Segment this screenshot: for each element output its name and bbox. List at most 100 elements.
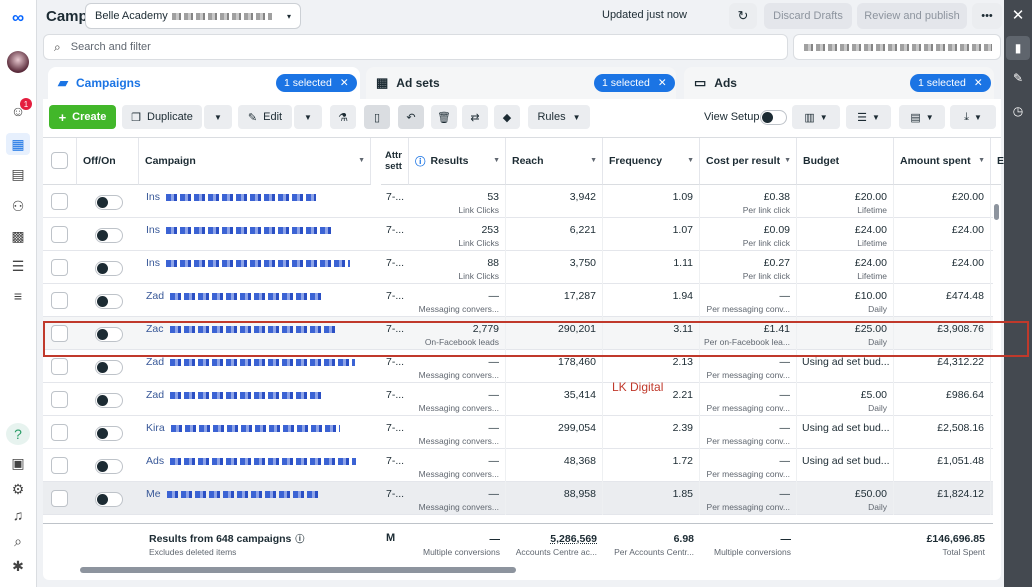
row-on-off-toggle[interactable] <box>95 426 123 441</box>
close-icon[interactable]: ✕ <box>1006 3 1030 27</box>
search-filter-bar[interactable]: ⌕ Search and filter <box>43 34 788 60</box>
campaign-name-link[interactable]: Me <box>146 488 320 500</box>
clear-selection-icon[interactable]: ✕ <box>340 77 349 89</box>
more-options-button[interactable]: ••• <box>972 3 1002 29</box>
row-checkbox[interactable] <box>51 292 68 309</box>
table-row[interactable]: Ins 7-... 88 Link Clicks 3,750 1.11 £0.27 Per l… <box>43 251 993 284</box>
row-on-off-toggle[interactable] <box>95 228 123 243</box>
audiences-icon[interactable]: ⚇ <box>6 195 30 217</box>
header-reach[interactable]: Reach ▼ <box>506 138 603 185</box>
vertical-scrollbar[interactable] <box>994 204 999 220</box>
bell-icon[interactable]: ♫ <box>6 504 30 526</box>
ab-test-button[interactable]: ⚗ <box>330 105 356 129</box>
header-select-all[interactable] <box>43 138 77 185</box>
clipboard-button[interactable]: ▯ <box>364 105 390 129</box>
help-icon[interactable]: ? <box>6 423 30 445</box>
rules-button[interactable]: Rules ▼ <box>528 105 590 129</box>
header-cost-per-result[interactable]: Cost per result ▼ <box>700 138 797 185</box>
row-checkbox[interactable] <box>51 490 68 507</box>
header-frequency[interactable]: Frequency ▼ <box>603 138 700 185</box>
campaign-name-link[interactable]: Ins <box>146 191 317 203</box>
pencil-icon[interactable]: ✎ <box>1006 66 1030 90</box>
edit-button[interactable]: ✎ Edit <box>238 105 292 129</box>
row-on-off-toggle[interactable] <box>95 195 123 210</box>
header-results[interactable]: ⓘ Results ▼ <box>409 138 506 185</box>
delete-button[interactable]: 🗑 <box>431 105 457 129</box>
table-row[interactable]: Kira 7-... — Messaging convers... 299,054 2.3… <box>43 416 993 449</box>
menu-icon[interactable]: ≡ <box>6 285 30 307</box>
horizontal-scrollbar[interactable] <box>80 567 516 573</box>
export-download-button[interactable]: ⤓ ▼ <box>950 105 996 129</box>
tag-button[interactable]: ◆ <box>494 105 520 129</box>
account-avatar[interactable] <box>6 51 30 73</box>
table-row[interactable]: Ads 7-... — Messaging convers... 48,368 1.72 —… <box>43 449 993 482</box>
undo-button[interactable]: ↶ <box>398 105 424 129</box>
export-button[interactable]: ⇄ <box>462 105 488 129</box>
notifications-icon[interactable]: ☺ 1 <box>6 98 32 122</box>
view-setup-toggle[interactable] <box>760 110 787 125</box>
clear-selection-icon[interactable]: ✕ <box>974 77 983 89</box>
edit-dropdown-button[interactable]: ▼ <box>294 105 322 129</box>
ads-manager-table-icon[interactable]: ▦ <box>6 133 30 155</box>
row-on-off-toggle[interactable] <box>95 459 123 474</box>
refresh-button[interactable]: ↻ <box>729 3 757 29</box>
billing-icon[interactable]: ☰ <box>6 255 30 277</box>
account-selector[interactable]: Belle Academy ▾ <box>85 3 301 29</box>
review-publish-button[interactable]: Review and publish <box>857 3 967 29</box>
tab-ad-sets[interactable]: ▦ Ad sets 1 selected ✕ <box>366 67 676 99</box>
select-all-checkbox[interactable] <box>51 152 68 169</box>
header-attribution[interactable]: Attr sett <box>381 138 409 185</box>
row-checkbox[interactable] <box>51 259 68 276</box>
tab-campaigns[interactable]: ▰ Campaigns 1 selected ✕ <box>48 67 360 99</box>
date-range-selector[interactable] <box>793 34 1001 60</box>
pages-icon[interactable]: ▤ <box>6 163 30 185</box>
campaign-name-link[interactable]: Zad <box>146 290 322 302</box>
ad-sets-selected-pill[interactable]: 1 selected ✕ <box>594 74 675 92</box>
row-checkbox[interactable] <box>51 358 68 375</box>
table-row[interactable]: Zad 7-... — Messaging convers... 35,414 2.21 —… <box>43 383 993 416</box>
duplicate-button[interactable]: ❐ Duplicate <box>122 105 202 129</box>
campaign-name-link[interactable]: Ads <box>146 455 357 467</box>
header-extra[interactable]: E <box>991 138 1004 185</box>
settings-icon[interactable]: ⚙ <box>6 478 30 500</box>
row-on-off-toggle[interactable] <box>95 294 123 309</box>
search-icon[interactable]: ⌕ <box>6 530 30 552</box>
row-on-off-toggle[interactable] <box>95 492 123 507</box>
row-checkbox[interactable] <box>51 193 68 210</box>
tab-ads[interactable]: ▭ Ads 1 selected ✕ <box>684 67 994 99</box>
campaigns-selected-pill[interactable]: 1 selected ✕ <box>276 74 357 92</box>
campaign-name-link[interactable]: Ins <box>146 257 351 269</box>
columns-button[interactable]: ▥ ▼ <box>792 105 840 129</box>
clock-icon[interactable]: ◷ <box>1006 99 1030 123</box>
header-campaign[interactable]: Campaign ▼ <box>139 138 371 185</box>
media-icon[interactable]: ▩ <box>6 225 30 247</box>
table-row[interactable]: Ins 7-... 253 Link Clicks 6,221 1.07 £0.09 Per … <box>43 218 993 251</box>
row-checkbox[interactable] <box>51 457 68 474</box>
row-checkbox[interactable] <box>51 226 68 243</box>
discard-drafts-button[interactable]: Discard Drafts <box>764 3 852 29</box>
meta-logo-icon[interactable]: ∞ <box>6 7 30 29</box>
table-row[interactable]: Zad 7-... — Messaging convers... 17,287 1.94 —… <box>43 284 993 317</box>
header-budget[interactable]: Budget <box>797 138 894 185</box>
chart-icon[interactable]: ▮ <box>1006 36 1030 60</box>
row-checkbox[interactable] <box>51 391 68 408</box>
row-on-off-toggle[interactable] <box>95 393 123 408</box>
ads-selected-pill[interactable]: 1 selected ✕ <box>910 74 991 92</box>
header-amount-spent[interactable]: Amount spent ▼ <box>894 138 991 185</box>
campaign-name-link[interactable]: Zad <box>146 389 323 401</box>
duplicate-dropdown-button[interactable]: ▼ <box>204 105 232 129</box>
row-on-off-toggle[interactable] <box>95 261 123 276</box>
table-row[interactable]: Me 7-... — Messaging convers... 88,958 1.85 — P… <box>43 482 993 515</box>
campaign-name-link[interactable]: Zad <box>146 356 356 368</box>
breakdown-button[interactable]: ☰ ▼ <box>846 105 891 129</box>
reports-button[interactable]: ▤ ▼ <box>899 105 945 129</box>
row-checkbox[interactable] <box>51 424 68 441</box>
campaign-name-link[interactable]: Kira <box>146 422 340 434</box>
table-row[interactable]: Ins 7-... 53 Link Clicks 3,942 1.09 £0.38 Per l… <box>43 185 993 218</box>
bug-report-icon[interactable]: ✱ <box>6 555 30 577</box>
report-icon[interactable]: ▣ <box>6 452 30 474</box>
clear-selection-icon[interactable]: ✕ <box>658 77 667 89</box>
create-button[interactable]: + Create <box>49 105 116 129</box>
campaign-name-link[interactable]: Ins <box>146 224 334 236</box>
row-on-off-toggle[interactable] <box>95 360 123 375</box>
